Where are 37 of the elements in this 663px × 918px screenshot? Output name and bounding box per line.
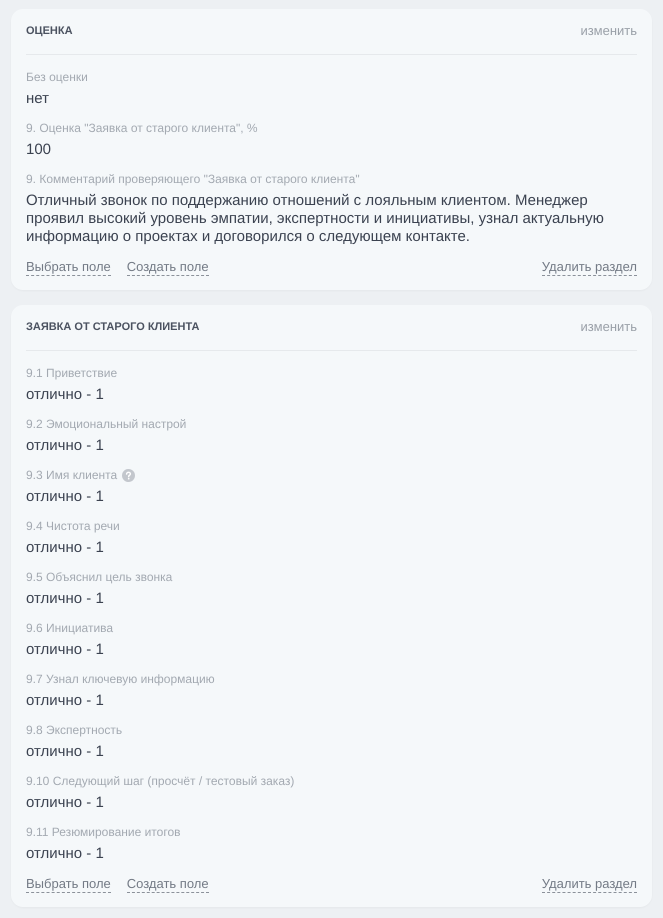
field-value: 100 [26, 141, 52, 159]
field-value: отлично - 1 [26, 794, 104, 812]
field-value: Отличный звонок по поддержанию отношений с лояльным клиентом. Менеджер проявил высокий уровень эмпатии, экспертности и инициативы, узнал актуальную информацию о проектах и договорился о следующем контакте. [26, 192, 605, 246]
field-value: отлично - 1 [26, 743, 104, 761]
edit-link[interactable]: изменить [580, 24, 637, 38]
dashed-link[interactable]: Создать поле [126, 259, 209, 276]
field-value: отлично - 1 [26, 845, 104, 863]
field-value: отлично - 1 [26, 386, 104, 404]
field-label: Без оценки [26, 69, 88, 85]
field-value: отлично - 1 [26, 692, 104, 710]
field-label: 9.6 Инициатива [26, 620, 114, 636]
field-label: 9.4 Чистота речи [26, 518, 120, 534]
field-value: отлично - 1 [26, 590, 104, 608]
field-value: отлично - 1 [26, 641, 104, 659]
edit-link[interactable]: изменить [580, 320, 637, 334]
dashed-link[interactable]: Выбрать поле [26, 259, 111, 276]
field-label: 9. Комментарий проверяющего "Заявка от старого клиента" [26, 171, 360, 187]
field-value: отлично - 1 [26, 437, 104, 455]
field-value: отлично - 1 [26, 539, 104, 557]
section-title: ЗАЯВКА ОТ СТАРОГО КЛИЕНТА [26, 320, 200, 334]
delete-section-link[interactable]: Удалить раздел [542, 259, 637, 276]
field-label: 9.7 Узнал ключевую информацию [26, 671, 215, 687]
field-label: 9.1 Приветствие [26, 365, 118, 381]
section-title: ОЦЕНКА [26, 24, 73, 38]
dashed-link[interactable]: Выбрать поле [26, 876, 111, 893]
field-label: 9.8 Экспертность [26, 722, 122, 738]
field-value: нет [26, 90, 49, 108]
field-label: 9.11 Резюмирование итогов [26, 824, 181, 840]
field-label: 9.2 Эмоциональный настрой [26, 416, 186, 432]
field-label: 9.3 Имя клиента [26, 467, 118, 483]
field-label: 9.10 Следующий шаг (просчёт / тестовый заказ) [26, 773, 294, 789]
dashed-link[interactable]: Создать поле [126, 876, 209, 893]
field-label: 9. Оценка "Заявка от старого клиента", % [26, 120, 258, 136]
field-label: 9.5 Объяснил цель звонка [26, 569, 172, 585]
field-value: отлично - 1 [26, 488, 104, 506]
help-icon[interactable] [122, 468, 136, 482]
delete-section-link[interactable]: Удалить раздел [542, 876, 637, 893]
